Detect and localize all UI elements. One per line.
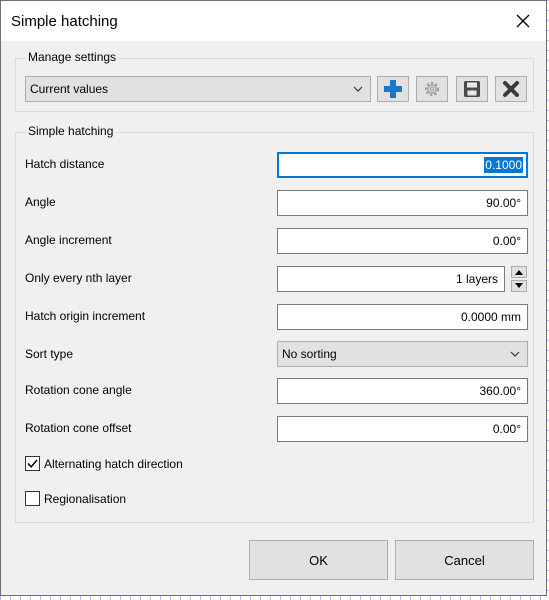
title-bar: Simple hatching	[1, 1, 546, 41]
delete-icon	[503, 81, 519, 97]
cone-offset-label: Rotation cone offset	[25, 421, 132, 435]
close-button[interactable]	[500, 1, 546, 41]
spin-down-icon	[515, 283, 523, 288]
chevron-down-icon	[510, 351, 520, 357]
sort-type-select[interactable]: No sorting	[277, 341, 528, 367]
hatch-distance-input[interactable]: 0.1000	[277, 152, 528, 178]
hatch-distance-value: 0.1000	[484, 157, 523, 173]
preset-value: Current values	[30, 82, 109, 96]
chevron-down-icon	[353, 86, 363, 92]
add-icon	[384, 80, 402, 98]
angle-label: Angle	[25, 195, 56, 209]
alternating-label[interactable]: Alternating hatch direction	[44, 457, 183, 471]
gear-icon	[424, 81, 440, 97]
angle-input[interactable]: 90.00°	[277, 190, 528, 216]
cone-angle-label: Rotation cone angle	[25, 383, 132, 397]
preset-settings-button[interactable]	[416, 76, 448, 102]
nth-layer-input[interactable]: 1 layers	[277, 266, 505, 292]
preset-select[interactable]: Current values	[25, 76, 371, 102]
regionalisation-label[interactable]: Regionalisation	[44, 492, 126, 506]
simple-hatching-dialog: Simple hatching Manage settings Current …	[0, 0, 547, 596]
window-title: Simple hatching	[11, 13, 118, 30]
save-icon	[464, 81, 480, 97]
save-preset-button[interactable]	[456, 76, 488, 102]
sort-type-value: No sorting	[282, 347, 337, 361]
sort-type-label: Sort type	[25, 347, 74, 361]
origin-increment-label: Hatch origin increment	[25, 309, 146, 323]
cone-offset-input[interactable]: 0.00°	[277, 416, 528, 442]
add-preset-button[interactable]	[377, 76, 409, 102]
hatch-distance-label: Hatch distance	[25, 157, 105, 171]
close-icon	[516, 14, 530, 28]
ok-button[interactable]: OK	[249, 540, 388, 580]
regionalisation-checkbox[interactable]	[25, 491, 40, 506]
origin-increment-input[interactable]: 0.0000 mm	[277, 304, 528, 330]
nth-layer-spin-up[interactable]	[511, 266, 527, 278]
nth-layer-label: Only every nth layer	[25, 271, 132, 285]
angle-increment-label: Angle increment	[25, 233, 112, 247]
delete-preset-button[interactable]	[495, 76, 527, 102]
cone-angle-input[interactable]: 360.00°	[277, 378, 528, 404]
checkmark-icon	[27, 459, 38, 468]
spin-up-icon	[515, 270, 523, 275]
simple-hatching-title: Simple hatching	[26, 124, 116, 138]
nth-layer-spin-down[interactable]	[511, 280, 527, 292]
angle-increment-input[interactable]: 0.00°	[277, 228, 528, 254]
cancel-button[interactable]: Cancel	[395, 540, 534, 580]
alternating-checkbox[interactable]	[25, 456, 40, 471]
manage-settings-title: Manage settings	[26, 50, 119, 64]
